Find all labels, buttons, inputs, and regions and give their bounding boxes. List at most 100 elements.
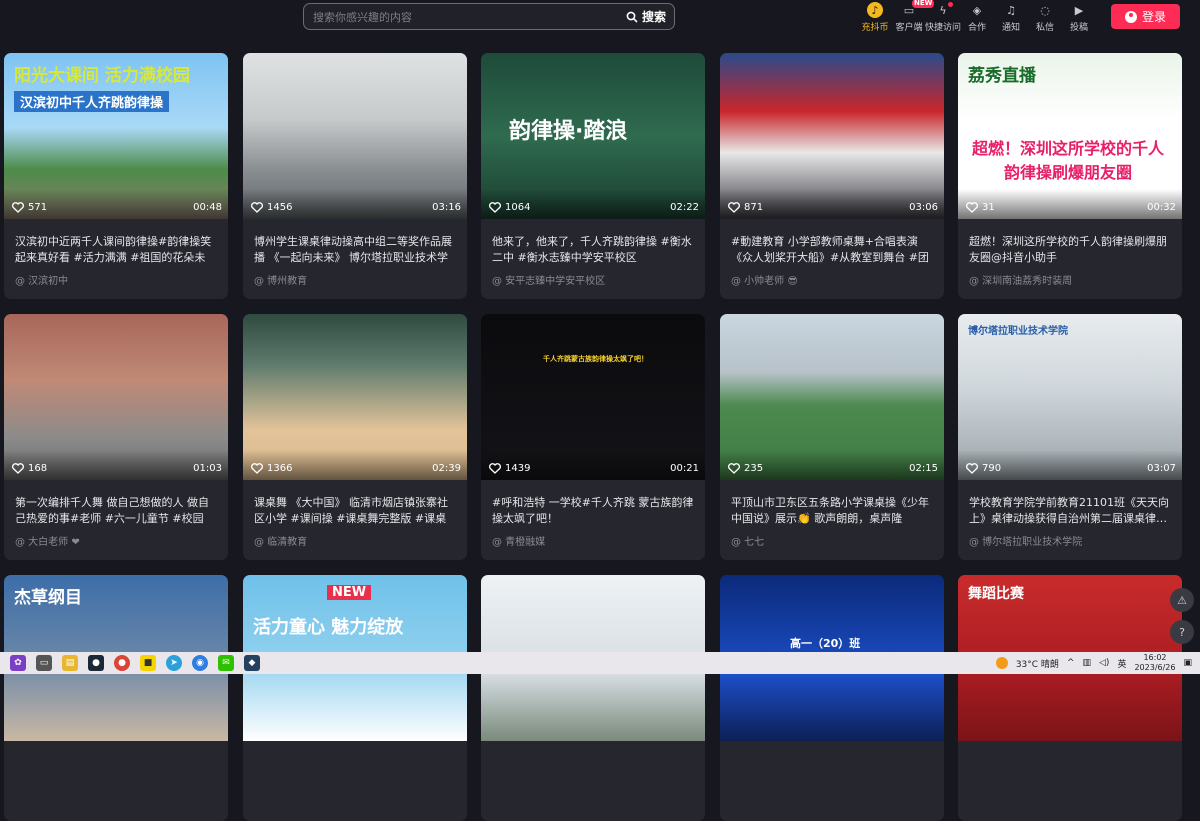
help-button[interactable]: ? xyxy=(1170,620,1194,644)
video-caption[interactable]: 学校教育学院学前教育21101班《天天向上》桌律动操获得自治州第二届课桌律… xyxy=(969,495,1173,527)
video-card[interactable]: 阳光大课间 活力满校园 汉滨初中千人齐跳韵律操 571 00:48 汉滨初中近两千人课间… xyxy=(4,53,228,299)
video-card[interactable]: 韵律操·踏浪 1064 02:22 他来了，他来了，千人齐跳韵律操 #衡水二中 #衡水… xyxy=(481,53,705,299)
video-duration: 00:32 xyxy=(1147,202,1176,213)
toolbar-charge-coin[interactable]: ♪ 充抖币 xyxy=(858,0,892,34)
browser-icon[interactable]: ◉ xyxy=(192,655,208,671)
dna-app-icon[interactable]: ✿ xyxy=(10,655,26,671)
video-thumbnail[interactable]: 韵律操·踏浪 1064 02:22 xyxy=(481,53,705,219)
video-author[interactable]: @ 七七 xyxy=(731,533,764,548)
toolbar-label: 投稿 xyxy=(1069,23,1088,33)
coin-icon: ♪ xyxy=(867,2,883,18)
video-caption[interactable]: 他来了，他来了，千人齐跳韵律操 #衡水二中 #衡水志臻中学安平校区 xyxy=(492,234,696,266)
toolbar-notify[interactable]: ♫ 通知 xyxy=(994,0,1028,34)
video-author[interactable]: @ 青橙融媒 xyxy=(492,533,545,548)
video-thumbnail[interactable]: 荔秀直播 超燃！深圳这所学校的千人韵律操刷爆朋友圈 31 00:32 xyxy=(958,53,1182,219)
volume-icon[interactable]: ◁) xyxy=(1099,658,1109,668)
video-card[interactable]: 1366 02:39 课桌舞 《大中国》 临清市烟店镇张寨社区小学 #课间操 #课桌… xyxy=(243,314,467,560)
video-author[interactable]: @ 博尔塔拉职业技术学院 xyxy=(969,533,1082,548)
video-thumbnail[interactable]: 阳光大课间 活力满校园 汉滨初中千人齐跳韵律操 571 00:48 xyxy=(4,53,228,219)
kakaotalk-icon[interactable]: ■ xyxy=(140,655,156,671)
video-caption[interactable]: #呼和浩特 一学校#千人齐跳 蒙古族韵律操太飒了吧！ xyxy=(492,495,696,527)
heart-icon xyxy=(966,202,978,213)
wechat-icon[interactable]: ✉ xyxy=(218,655,234,671)
video-author[interactable]: @ 大白老师 ❤ xyxy=(15,533,80,548)
video-thumbnail[interactable]: 博尔塔拉职业技术学院 790 03:07 xyxy=(958,314,1182,480)
toolbar: ♪ 充抖币 ▭ NEW 客户端 ϟ 快捷访问 ◈ 合作 ♫ 通知 ◌ 私信 ▶ 投稿 xyxy=(858,0,1096,34)
task-view-icon[interactable]: ▭ xyxy=(36,655,52,671)
video-card[interactable]: 235 02:15 平顶山市卫东区五条路小学课桌操《少年中国说》展示👏 歌声朗朗，桌… xyxy=(720,314,944,560)
video-card[interactable]: 168 01:03 第一次编排千人舞 做自己想做的人 做自己热爱的事#老师 #六一儿… xyxy=(4,314,228,560)
chevron-up-icon[interactable]: ^ xyxy=(1067,658,1075,668)
login-label: 登录 xyxy=(1141,10,1166,24)
video-thumbnail[interactable]: 千人齐跳蒙古族韵律操太飒了吧！ 1439 00:21 xyxy=(481,314,705,480)
app-cube-icon[interactable]: ◆ xyxy=(244,655,260,671)
video-duration: 02:39 xyxy=(432,463,461,474)
ime-icon[interactable]: 英 xyxy=(1117,657,1126,670)
video-card[interactable]: NEW 活力童心 魅力绽放 xyxy=(243,575,467,821)
video-card[interactable]: 舞蹈比赛 xyxy=(958,575,1182,821)
toolbar-label: 通知 xyxy=(1001,23,1020,33)
telegram-icon[interactable]: ➤ xyxy=(166,655,182,671)
heart-icon xyxy=(728,463,740,474)
network-icon[interactable]: ▥ xyxy=(1082,658,1091,668)
top-bar: 搜索你感兴趣的内容 搜索 ♪ 充抖币 ▭ NEW 客户端 ϟ 快捷访问 ◈ 合作 ♫ 通知 ◌ 私信 ▶ 投… xyxy=(0,0,1200,34)
clock-date: 2023/6/26 xyxy=(1134,663,1176,672)
video-card[interactable]: 博尔塔拉职业技术学院 790 03:07 学校教育学院学前教育21101班《天天向上》… xyxy=(958,314,1182,560)
video-card[interactable]: 荔秀直播 超燃！深圳这所学校的千人韵律操刷爆朋友圈 31 00:32 超燃！深圳这所学校… xyxy=(958,53,1182,299)
search-input[interactable]: 搜索你感兴趣的内容 xyxy=(304,9,626,25)
chrome-icon[interactable]: ● xyxy=(114,655,130,671)
os-taskbar: ✿ ▭ ▤ ● ● ■ ➤ ◉ ✉ ◆ 33°C 晴朗 ^ ▥ ◁) 英 16:… xyxy=(0,652,1200,674)
toolbar-quick-access[interactable]: ϟ 快捷访问 xyxy=(925,0,962,34)
like-count: 1064 xyxy=(489,202,530,213)
video-author[interactable]: @ 小帅老师 😎 xyxy=(731,272,798,287)
search-button[interactable]: 搜索 xyxy=(626,8,674,25)
video-author[interactable]: @ 安平志臻中学安平校区 xyxy=(492,272,605,287)
search-box[interactable]: 搜索你感兴趣的内容 搜索 xyxy=(303,3,675,30)
video-card[interactable]: 千人齐跳蒙古族韵律操太飒了吧！ 1439 00:21 #呼和浩特 一学校#千人齐跳 蒙… xyxy=(481,314,705,560)
video-thumbnail[interactable]: 168 01:03 xyxy=(4,314,228,480)
toolbar-cooperate[interactable]: ◈ 合作 xyxy=(960,0,994,34)
toolbar-upload[interactable]: ▶ 投稿 xyxy=(1062,0,1096,34)
video-caption[interactable]: 博州学生课桌律动操高中组二等奖作品展播 《一起向未来》 博尔塔拉职业技术学院 xyxy=(254,234,458,266)
video-author[interactable]: @ 临清教育 xyxy=(254,533,307,548)
thumbnail-subtitle: 超燃！深圳这所学校的千人韵律操刷爆朋友圈 xyxy=(971,139,1164,182)
clock-time: 16:02 xyxy=(1143,653,1167,662)
login-button[interactable]: 登录 xyxy=(1111,4,1180,29)
video-caption[interactable]: 课桌舞 《大中国》 临清市烟店镇张寨社区小学 #课间操 #课桌舞完整版 #课桌舞… xyxy=(254,495,458,527)
clock[interactable]: 16:02 2023/6/26 xyxy=(1134,653,1175,673)
toolbar-label: 快捷访问 xyxy=(925,23,962,33)
toolbar-label: 客户端 xyxy=(895,23,923,33)
notification-icon[interactable]: ▣ xyxy=(1183,658,1200,668)
like-count-value: 1456 xyxy=(267,202,293,213)
video-thumbnail[interactable]: 1456 03:16 xyxy=(243,53,467,219)
video-card[interactable]: 杰草纲目 xyxy=(4,575,228,821)
video-author[interactable]: @ 深圳南油荔秀时装周 xyxy=(969,272,1072,287)
video-caption[interactable]: #動建教育 小学部教师桌舞+合唱表演《众人划桨开大船》#从教室到舞台 #团队精… xyxy=(731,234,935,266)
steam-icon[interactable]: ● xyxy=(88,655,104,671)
video-author[interactable]: @ 博州教育 xyxy=(254,272,307,287)
video-caption[interactable]: 第一次编排千人舞 做自己想做的人 做自己热爱的事#老师 #六一儿童节 #校园 xyxy=(15,495,219,527)
video-caption[interactable]: 平顶山市卫东区五条路小学课桌操《少年中国说》展示👏 歌声朗朗，桌声隆隆。… xyxy=(731,495,935,527)
like-count: 235 xyxy=(728,463,763,474)
video-thumbnail[interactable]: 235 02:15 xyxy=(720,314,944,480)
video-card[interactable] xyxy=(481,575,705,821)
heart-icon xyxy=(489,463,501,474)
toolbar-client[interactable]: ▭ NEW 客户端 xyxy=(892,0,935,34)
video-author[interactable]: @ 汉滨初中 xyxy=(15,272,68,287)
video-thumbnail[interactable]: 1366 02:39 xyxy=(243,314,467,480)
video-duration: 00:48 xyxy=(193,202,222,213)
heart-icon xyxy=(12,463,24,474)
thumbnail-title: 舞蹈比赛 xyxy=(968,586,1024,602)
video-card[interactable]: 高一（20）班 xyxy=(720,575,944,821)
video-caption[interactable]: 汉滨初中近两千人课间韵律操#韵律操笑起来真好看 #活力满满 #祖国的花朵未来… xyxy=(15,234,219,266)
file-explorer-icon[interactable]: ▤ xyxy=(62,655,78,671)
toolbar-message[interactable]: ◌ 私信 xyxy=(1028,0,1062,34)
feedback-button[interactable]: ⚠ xyxy=(1170,588,1194,612)
video-thumbnail[interactable]: 871 03:06 xyxy=(720,53,944,219)
like-count-value: 168 xyxy=(28,463,48,474)
thumbnail-title: 博尔塔拉职业技术学院 xyxy=(968,326,1068,337)
video-card[interactable]: 1456 03:16 博州学生课桌律动操高中组二等奖作品展播 《一起向未来》 博尔塔… xyxy=(243,53,467,299)
video-card[interactable]: 871 03:06 #動建教育 小学部教师桌舞+合唱表演《众人划桨开大船》#从教室到… xyxy=(720,53,944,299)
video-caption[interactable]: 超燃！深圳这所学校的千人韵律操刷爆朋友圈@抖音小助手 xyxy=(969,234,1173,266)
thumbnail-title: 杰草纲目 xyxy=(14,588,82,608)
